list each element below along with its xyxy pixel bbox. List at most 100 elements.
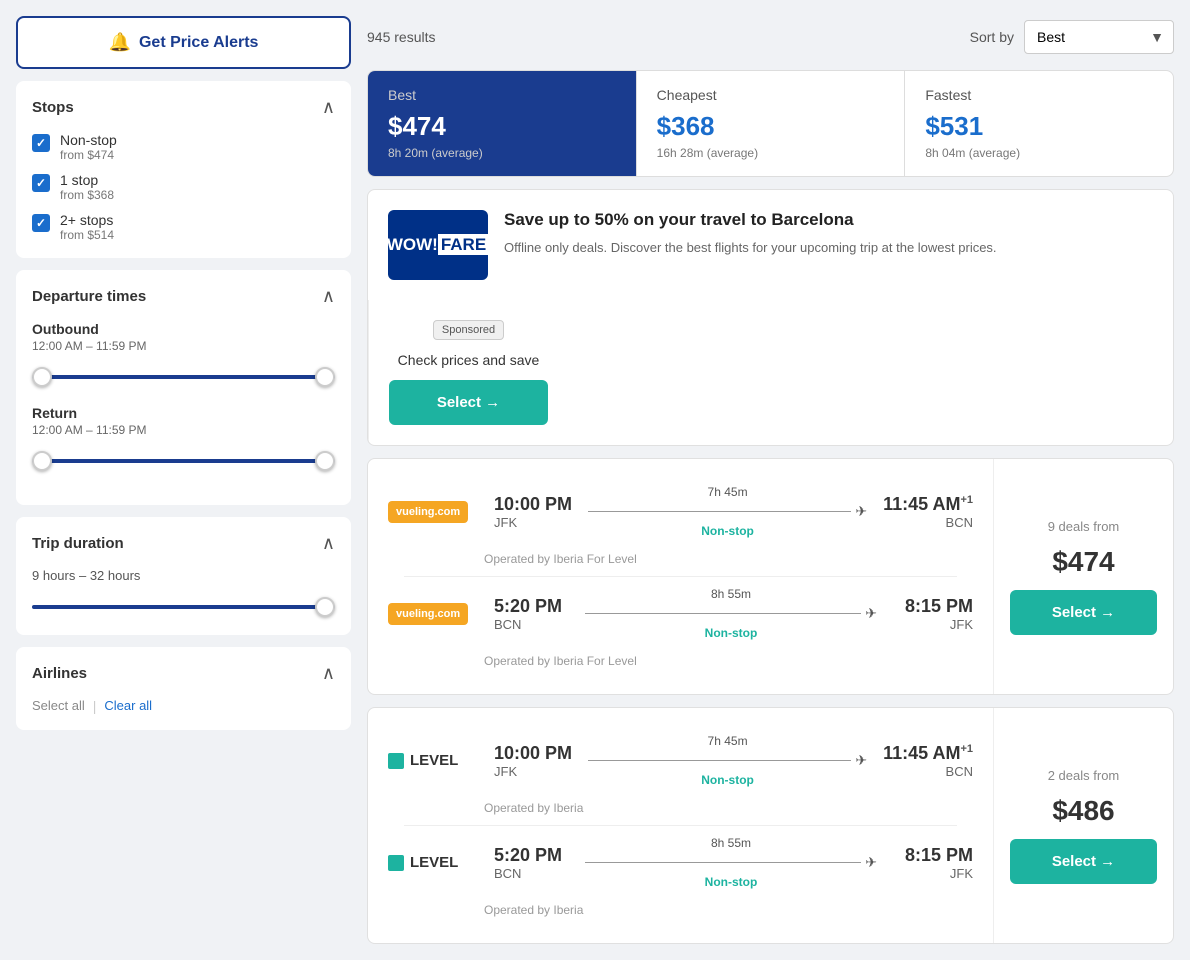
outbound-arrive-plus: +1: [960, 494, 973, 506]
flight-card-level: LEVEL 10:00 PM JFK 7h 45m ✈ Non-stop: [367, 707, 1174, 944]
outbound-arrive-airport-level: BCN: [883, 764, 973, 779]
best-tab-duration: 8h 20m (average): [388, 146, 616, 160]
outbound-stops: Non-stop: [701, 524, 754, 538]
sort-wrapper: Best Cheapest Fastest ▼: [1024, 20, 1174, 54]
return-slider[interactable]: [32, 449, 335, 473]
return-slider-right-thumb[interactable]: [315, 451, 335, 471]
outbound-slider-right-thumb[interactable]: [315, 367, 335, 387]
outbound-depart-time: 10:00 PM: [494, 494, 572, 515]
fastest-tab-amount: $531: [925, 111, 1153, 142]
trip-duration-chevron-icon[interactable]: ∧: [322, 533, 335, 554]
select-button-level[interactable]: Select →: [1010, 839, 1157, 884]
trip-duration-title: Trip duration: [32, 535, 124, 552]
trip-duration-slider[interactable]: [32, 595, 335, 619]
clear-all-airlines-button[interactable]: Clear all: [104, 698, 152, 714]
sponsored-cta-text: Check prices and save: [398, 352, 540, 368]
departure-chevron-icon[interactable]: ∧: [322, 286, 335, 307]
airlines-title: Airlines: [32, 665, 87, 682]
vueling-logo-return: vueling.com: [388, 603, 468, 625]
outbound-stops-level: Non-stop: [701, 773, 754, 787]
return-depart-airport: BCN: [494, 617, 569, 632]
outbound-operated: Operated by Iberia For Level: [388, 548, 973, 576]
return-depart-airport-level: BCN: [494, 866, 569, 881]
select-all-airlines-button[interactable]: Select all: [32, 698, 85, 714]
cheapest-tab-amount: $368: [657, 111, 885, 142]
trip-duration-thumb[interactable]: [315, 597, 335, 617]
departure-times-filter: Departure times ∧ Outbound 12:00 AM – 11…: [16, 270, 351, 505]
flight-row-return: vueling.com 5:20 PM BCN 8h 55m ✈ Non-sto…: [388, 577, 973, 650]
airlines-chevron-icon[interactable]: ∧: [322, 663, 335, 684]
stop-two-plus: ✓ 2+ stops from $514: [32, 212, 335, 242]
select-button-vueling[interactable]: Select →: [1010, 590, 1157, 635]
vueling-logo: vueling.com: [388, 501, 468, 523]
outbound-label: Outbound: [32, 321, 335, 337]
trip-duration-range: 9 hours – 32 hours: [32, 568, 335, 583]
airlines-filter: Airlines ∧ Select all | Clear all: [16, 647, 351, 730]
plane-icon-level: ✈: [855, 752, 867, 769]
sponsored-cta: Sponsored Check prices and save Select →: [368, 300, 568, 445]
sort-container: Sort by Best Cheapest Fastest ▼: [970, 20, 1174, 54]
outbound-duration: 7h 45m: [708, 485, 748, 499]
sort-select[interactable]: Best Cheapest Fastest: [1024, 20, 1174, 54]
return-operated-level: Operated by Iberia: [388, 899, 973, 927]
results-count: 945 results: [367, 29, 435, 45]
return-duration-level: 8h 55m: [711, 836, 751, 850]
sponsored-description: Offline only deals. Discover the best fl…: [504, 238, 1153, 258]
deals-count-vueling: 9 deals from: [1048, 519, 1120, 534]
sidebar: 🔔 Get Price Alerts Stops ∧ ✓ Non-stop fr…: [16, 16, 351, 944]
one-stop-label: 1 stop: [60, 172, 114, 188]
return-stops: Non-stop: [705, 626, 758, 640]
outbound-depart-airport: JFK: [494, 515, 572, 530]
return-arrive-airport: JFK: [893, 617, 973, 632]
results-header: 945 results Sort by Best Cheapest Fastes…: [367, 16, 1174, 58]
return-depart-time: 5:20 PM: [494, 596, 569, 617]
stops-filter: Stops ∧ ✓ Non-stop from $474 ✓ 1 stop fr…: [16, 81, 351, 258]
price-tabs: Best $474 8h 20m (average) Cheapest $368…: [367, 70, 1174, 177]
fastest-tab-label: Fastest: [925, 87, 1153, 103]
tab-fastest[interactable]: Fastest $531 8h 04m (average): [905, 71, 1173, 176]
price-alert-label: Get Price Alerts: [139, 34, 258, 52]
return-slider-left-thumb[interactable]: [32, 451, 52, 471]
nonstop-label: Non-stop: [60, 132, 117, 148]
outbound-slider-left-thumb[interactable]: [32, 367, 52, 387]
best-tab-label: Best: [388, 87, 616, 103]
trip-duration-filter: Trip duration ∧ 9 hours – 32 hours: [16, 517, 351, 635]
flight-price-section-vueling: 9 deals from $474 Select →: [993, 459, 1173, 694]
outbound-slider[interactable]: [32, 365, 335, 389]
plane-icon-return-level: ✈: [865, 854, 877, 871]
deals-price-vueling: $474: [1052, 546, 1114, 578]
fastest-tab-duration: 8h 04m (average): [925, 146, 1153, 160]
deals-price-level: $486: [1052, 795, 1114, 827]
return-depart-time-level: 5:20 PM: [494, 845, 569, 866]
trip-duration-header: Trip duration ∧: [32, 533, 335, 554]
two-plus-stops-checkbox[interactable]: ✓: [32, 214, 50, 232]
stops-header: Stops ∧: [32, 97, 335, 118]
tab-cheapest[interactable]: Cheapest $368 16h 28m (average): [637, 71, 905, 176]
return-label: Return: [32, 405, 335, 421]
price-alert-button[interactable]: 🔔 Get Price Alerts: [16, 16, 351, 69]
flight-price-section-level: 2 deals from $486 Select →: [993, 708, 1173, 943]
nonstop-checkbox[interactable]: ✓: [32, 134, 50, 152]
outbound-range: 12:00 AM – 11:59 PM: [32, 339, 335, 353]
tab-best[interactable]: Best $474 8h 20m (average): [368, 71, 636, 176]
outbound-arrive-time-level: 11:45 AM: [883, 743, 960, 763]
plane-icon-return: ✈: [865, 605, 877, 622]
stops-chevron-icon[interactable]: ∧: [322, 97, 335, 118]
level-logo: LEVEL: [388, 752, 478, 769]
return-stops-level: Non-stop: [705, 875, 758, 889]
departure-times-header: Departure times ∧: [32, 286, 335, 307]
return-duration: 8h 55m: [711, 587, 751, 601]
outbound-arrive-time: 11:45 AM: [883, 494, 960, 514]
two-plus-stops-price: from $514: [60, 228, 114, 242]
one-stop-checkbox[interactable]: ✓: [32, 174, 50, 192]
stop-one: ✓ 1 stop from $368: [32, 172, 335, 202]
outbound-depart-time-level: 10:00 PM: [494, 743, 572, 764]
flight-row-outbound-level: LEVEL 10:00 PM JFK 7h 45m ✈ Non-stop: [388, 724, 973, 797]
flight-row-return-level: LEVEL 5:20 PM BCN 8h 55m ✈ Non-stop: [388, 826, 973, 899]
outbound-arrive-plus-level: +1: [960, 743, 973, 755]
sponsored-select-button[interactable]: Select →: [389, 380, 548, 425]
plane-icon: ✈: [855, 503, 867, 520]
outbound-depart-airport-level: JFK: [494, 764, 572, 779]
main-content: 945 results Sort by Best Cheapest Fastes…: [367, 16, 1174, 944]
return-arrive-airport-level: JFK: [893, 866, 973, 881]
